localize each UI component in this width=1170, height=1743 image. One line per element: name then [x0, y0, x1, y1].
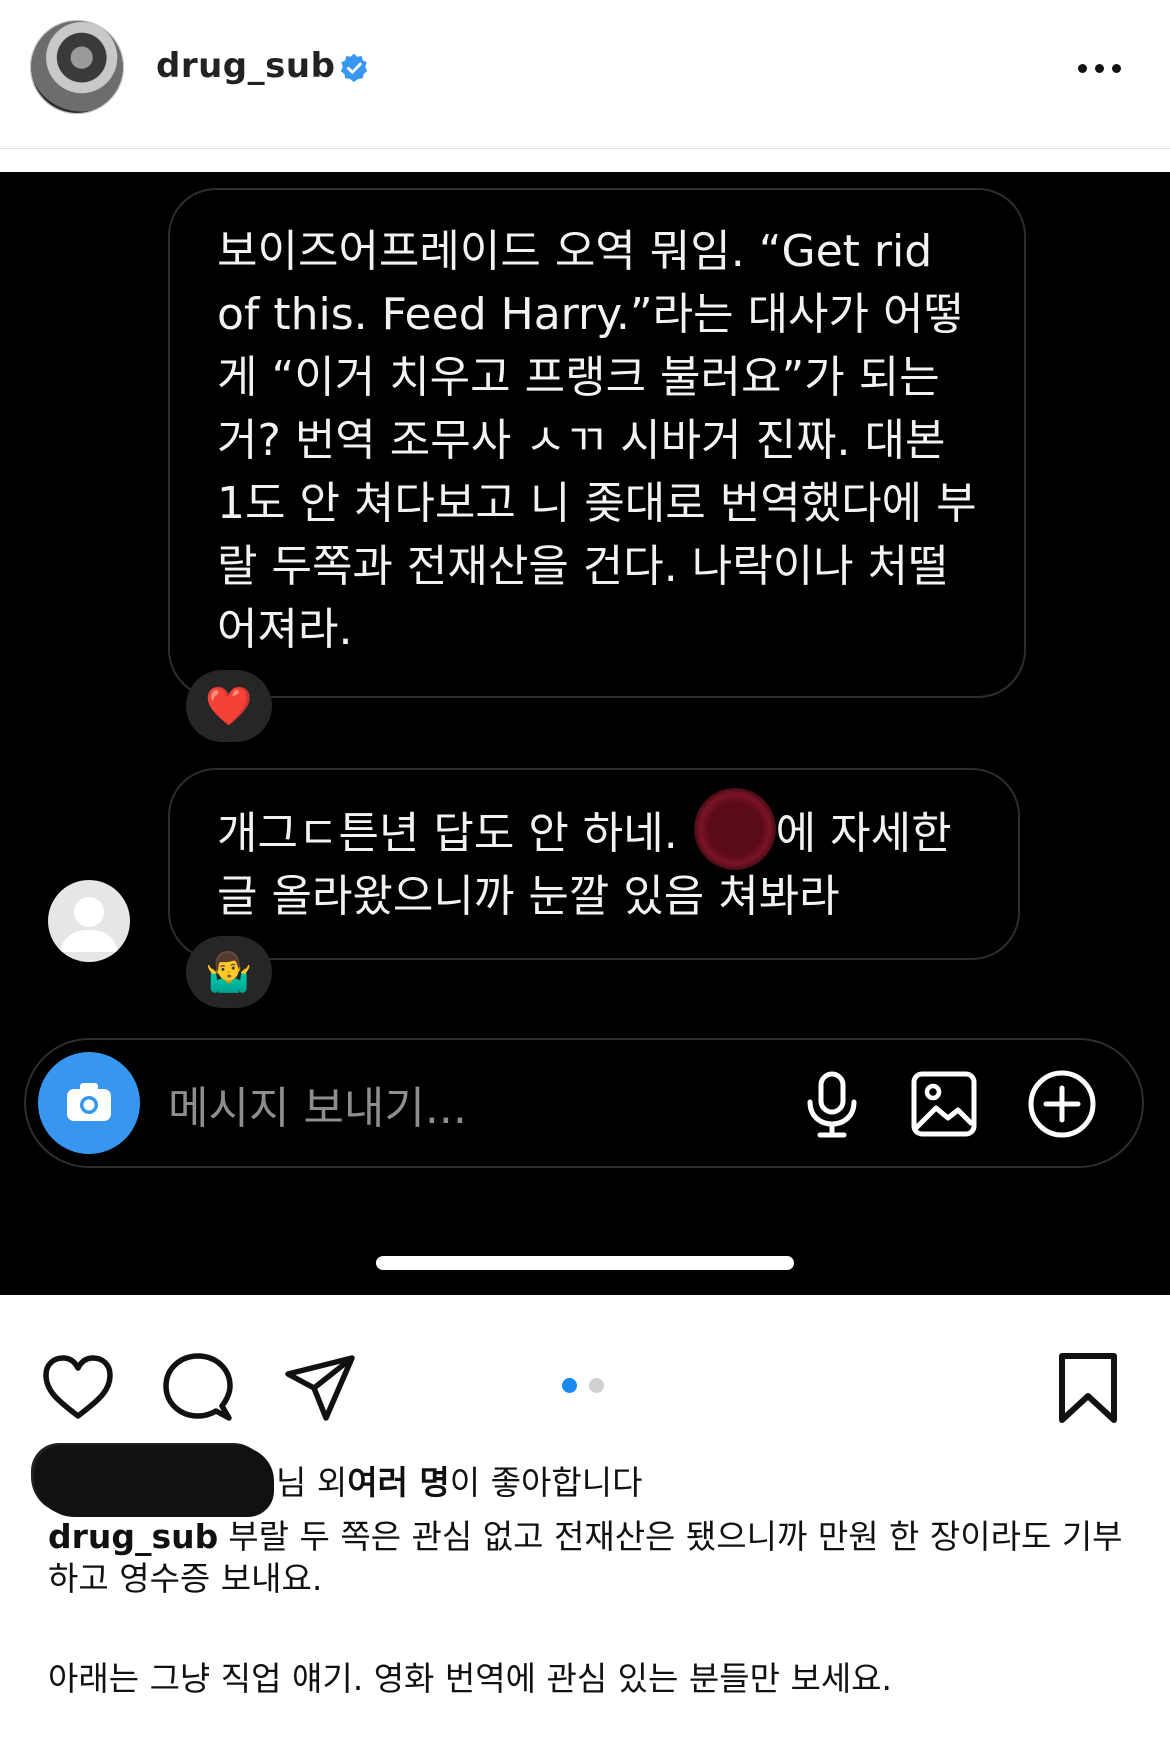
camera-icon [67, 1083, 111, 1121]
post-header: drug_sub [0, 0, 1170, 149]
redaction-mark [694, 788, 776, 870]
verified-badge-icon [340, 53, 368, 82]
home-indicator [376, 1256, 794, 1270]
bookmark-icon[interactable] [1050, 1350, 1126, 1426]
message-text: 개그ㄷ튼년 답도 안 하네. 에 자세한 글 올라왔으니까 눈깔 있음 쳐봐라 [217, 808, 952, 922]
caption-username[interactable]: drug_sub [48, 1517, 218, 1556]
caption-text-2: 아래는 그냥 직업 얘기. 영화 번역에 관심 있는 분들만 보세요. [48, 1659, 893, 1698]
comment-icon[interactable] [160, 1350, 236, 1426]
carousel-dot [589, 1378, 604, 1393]
carousel-dot-active [562, 1378, 577, 1393]
camera-button[interactable] [38, 1052, 140, 1154]
post-caption: drug_sub 부랄 두 쪽은 관심 없고 전재산은 됐으니까 만원 한 장이라… [48, 1516, 1128, 1600]
gallery-icon[interactable] [908, 1068, 980, 1140]
likes-text-suffix: 이 좋아합니다 [449, 1463, 643, 1502]
message-bubble: 개그ㄷ튼년 답도 안 하네. 에 자세한 글 올라왔으니까 눈깔 있음 쳐봐라 [168, 768, 1020, 960]
message-bubble: 보이즈어프레이드 오역 뭐임. “Get rid of this. Feed H… [168, 188, 1026, 698]
message-composer[interactable]: 메시지 보내기... [24, 1038, 1144, 1168]
shrug-reaction-icon: 🤷‍♂️ [205, 949, 253, 994]
default-avatar-icon [60, 897, 118, 952]
reaction-badge: ❤️ [186, 670, 272, 742]
reaction-badge: 🤷‍♂️ [186, 936, 272, 1008]
carousel-indicator [562, 1378, 604, 1393]
post-image: 보이즈어프레이드 오역 뭐임. “Get rid of this. Feed H… [0, 172, 1170, 1295]
send-icon[interactable] [282, 1350, 358, 1426]
post-username[interactable]: drug_sub [156, 46, 335, 86]
message-text: 보이즈어프레이드 오역 뭐임. “Get rid of this. Feed H… [217, 226, 977, 655]
add-icon[interactable] [1026, 1068, 1098, 1140]
sender-avatar [48, 880, 130, 962]
microphone-icon[interactable] [796, 1068, 868, 1140]
likes-summary[interactable]: 님 외 여러 명 이 좋아합니다 [34, 1445, 643, 1515]
profile-avatar[interactable] [30, 20, 124, 114]
message-input-placeholder[interactable]: 메시지 보내기... [168, 1072, 467, 1136]
heart-icon[interactable] [40, 1350, 116, 1426]
redacted-username [34, 1445, 270, 1515]
likes-others[interactable]: 여러 명 [347, 1456, 450, 1504]
likes-text-prefix: 님 외 [276, 1463, 348, 1502]
more-options-icon[interactable] [1078, 58, 1128, 78]
heart-reaction-icon: ❤️ [205, 683, 253, 728]
